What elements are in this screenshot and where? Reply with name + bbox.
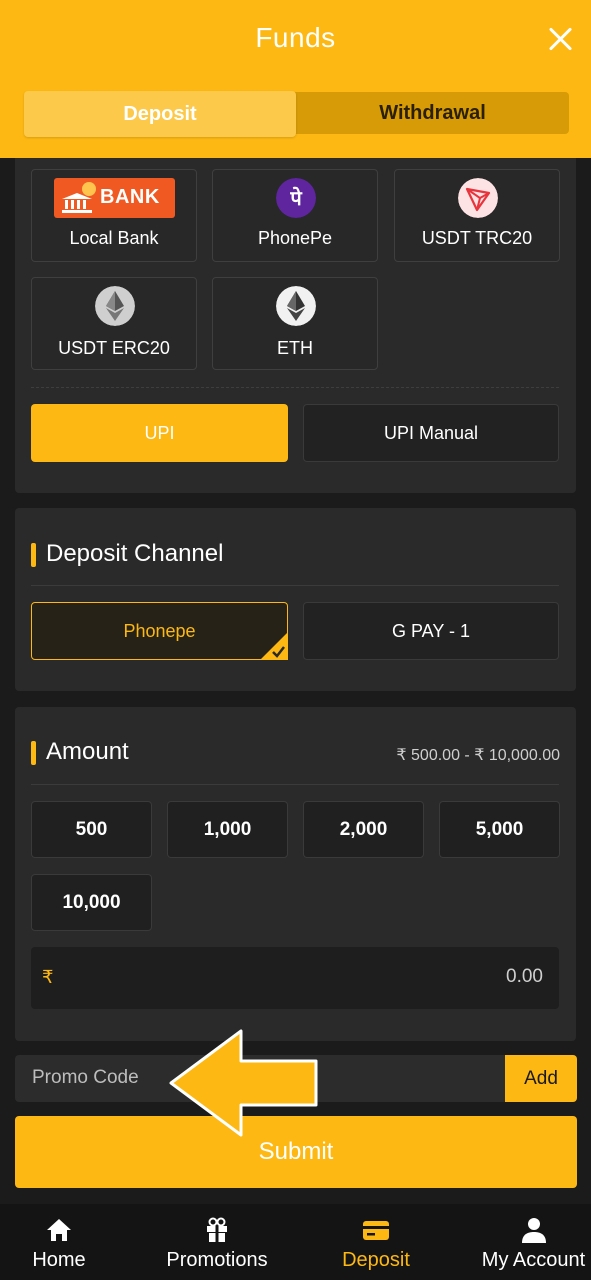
method-local-bank[interactable]: BANK Local Bank xyxy=(31,169,197,262)
nav-label: Deposit xyxy=(342,1249,410,1271)
section-accent-bar xyxy=(31,543,36,567)
method-label: PhonePe xyxy=(257,228,333,248)
nav-home[interactable]: Home xyxy=(15,1204,103,1280)
method-label: Local Bank xyxy=(69,228,159,248)
tab-deposit[interactable]: Deposit xyxy=(24,91,296,137)
method-usdt-trc20[interactable]: USDT TRC20 xyxy=(394,169,560,262)
amount-value: 0.00 xyxy=(506,966,543,987)
close-icon[interactable] xyxy=(547,26,573,52)
channel-phonepe[interactable]: Phonepe xyxy=(31,602,288,660)
amount-preset-button[interactable]: 500 xyxy=(31,801,152,858)
gift-icon xyxy=(207,1217,227,1242)
section-accent-bar xyxy=(31,741,36,765)
header: Funds Deposit Withdrawal xyxy=(0,0,591,158)
method-label: ETH xyxy=(277,338,313,358)
bank-logo-text: BANK xyxy=(100,186,160,208)
amount-preset-button[interactable]: 1,000 xyxy=(167,801,288,858)
divider xyxy=(31,784,559,785)
promo-code-placeholder: Promo Code xyxy=(32,1067,139,1088)
amount-range: ₹ 500.00 - ₹ 10,000.00 xyxy=(396,747,560,764)
nav-label: Home xyxy=(32,1249,86,1271)
amount-preset-button[interactable]: 5,000 xyxy=(439,801,560,858)
bottom-nav: Home Promotions Deposit My Account xyxy=(0,1204,591,1280)
channel-gpay-1[interactable]: G PAY - 1 xyxy=(303,602,559,660)
amount-title: Amount xyxy=(46,738,129,765)
amount-input[interactable]: ₹ 0.00 xyxy=(31,947,559,1009)
payment-methods-card: BANK Local Bank पे PhonePe USDT TRC20 US… xyxy=(15,158,576,493)
ethereum-icon xyxy=(95,286,135,326)
card-icon xyxy=(363,1221,389,1240)
method-eth[interactable]: ETH xyxy=(212,277,378,370)
user-icon xyxy=(521,1218,546,1243)
sub-method-upi-manual[interactable]: UPI Manual xyxy=(303,404,559,462)
method-label: USDT TRC20 xyxy=(421,228,533,248)
method-phonepe[interactable]: पे PhonePe xyxy=(212,169,378,262)
nav-deposit[interactable]: Deposit xyxy=(333,1204,419,1280)
bank-icon: BANK xyxy=(54,178,175,218)
svg-text:पे: पे xyxy=(289,186,303,210)
divider xyxy=(31,387,559,388)
method-label: USDT ERC20 xyxy=(58,338,170,358)
funds-tabs: Deposit Withdrawal xyxy=(24,91,569,137)
add-promo-button[interactable]: Add xyxy=(505,1055,577,1102)
nav-label: My Account xyxy=(481,1249,586,1271)
sub-method-upi[interactable]: UPI xyxy=(31,404,288,462)
phonepe-icon: पे xyxy=(276,178,316,218)
deposit-channel-card: Deposit Channel Phonepe G PAY - 1 xyxy=(15,508,576,691)
amount-preset-button[interactable]: 2,000 xyxy=(303,801,424,858)
tron-icon xyxy=(458,178,498,218)
pointer-arrow-icon xyxy=(169,1029,318,1137)
selected-check-icon xyxy=(260,632,288,660)
nav-my-account[interactable]: My Account xyxy=(476,1204,591,1280)
tab-withdrawal[interactable]: Withdrawal xyxy=(296,92,569,134)
channel-label: Phonepe xyxy=(123,621,196,641)
currency-symbol: ₹ xyxy=(42,967,54,987)
page-title: Funds xyxy=(255,22,336,53)
home-icon xyxy=(47,1219,71,1241)
nav-promotions[interactable]: Promotions xyxy=(158,1204,276,1280)
deposit-channel-title: Deposit Channel xyxy=(46,540,224,567)
amount-card: Amount ₹ 500.00 - ₹ 10,000.00 500 1,000 … xyxy=(15,707,576,1041)
method-usdt-erc20[interactable]: USDT ERC20 xyxy=(31,277,197,370)
ethereum-icon xyxy=(276,286,316,326)
divider xyxy=(31,585,559,586)
amount-preset-button[interactable]: 10,000 xyxy=(31,874,152,931)
nav-label: Promotions xyxy=(166,1249,268,1271)
